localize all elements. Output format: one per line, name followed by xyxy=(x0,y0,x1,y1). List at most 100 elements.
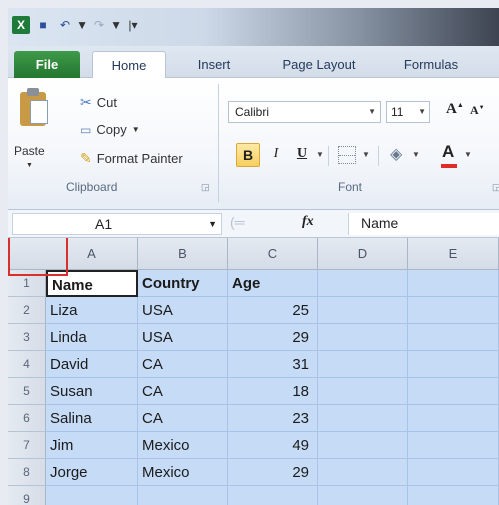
shrink-font-button[interactable]: A▼ xyxy=(470,103,485,118)
tab-file[interactable]: File xyxy=(14,51,80,78)
save-icon[interactable]: ■ xyxy=(34,16,52,34)
cell-a7[interactable]: Jim xyxy=(46,432,138,459)
cell-a9[interactable] xyxy=(46,486,138,505)
row-header[interactable]: 8 xyxy=(8,459,46,486)
cell-d3[interactable] xyxy=(318,324,408,351)
cell-d7[interactable] xyxy=(318,432,408,459)
cell-b2[interactable]: USA xyxy=(138,297,228,324)
cell-b6[interactable]: CA xyxy=(138,405,228,432)
customize-toolbar-icon[interactable]: |▾ xyxy=(124,16,142,34)
cell-b1[interactable]: Country xyxy=(138,270,228,297)
name-box[interactable]: A1 ▼ xyxy=(12,213,222,235)
row-header[interactable]: 2 xyxy=(8,297,46,324)
font-size-select[interactable]: 11 ▼ xyxy=(386,101,430,123)
bold-button[interactable]: B xyxy=(236,143,260,167)
cell-a4[interactable]: David xyxy=(46,351,138,378)
cell-a5[interactable]: Susan xyxy=(46,378,138,405)
tab-home[interactable]: Home xyxy=(92,51,166,79)
cell-d5[interactable] xyxy=(318,378,408,405)
cell-e1[interactable] xyxy=(408,270,499,297)
cell-b3[interactable]: USA xyxy=(138,324,228,351)
row-header[interactable]: 9 xyxy=(8,486,46,505)
copy-dropdown-icon[interactable]: ▼ xyxy=(132,125,140,134)
format-painter-button[interactable]: ✎ Format Painter xyxy=(80,150,183,167)
cell-c7[interactable]: 49 xyxy=(228,432,318,459)
grow-font-button[interactable]: A▲ xyxy=(446,101,464,118)
cell-a2[interactable]: Liza xyxy=(46,297,138,324)
column-header-d[interactable]: D xyxy=(318,238,408,270)
cell-e9[interactable] xyxy=(408,486,499,505)
formula-input[interactable]: Name xyxy=(348,213,499,235)
italic-button[interactable]: I xyxy=(264,143,288,167)
cell-d9[interactable] xyxy=(318,486,408,505)
tab-page-layout[interactable]: Page Layout xyxy=(264,51,374,78)
cell-e7[interactable] xyxy=(408,432,499,459)
cell-b5[interactable]: CA xyxy=(138,378,228,405)
cell-b8[interactable]: Mexico xyxy=(138,459,228,486)
fill-color-dropdown-icon[interactable]: ▼ xyxy=(412,150,420,159)
cell-c3[interactable]: 29 xyxy=(228,324,318,351)
row-header[interactable]: 7 xyxy=(8,432,46,459)
cell-c5[interactable]: 18 xyxy=(228,378,318,405)
cell-a3[interactable]: Linda xyxy=(46,324,138,351)
underline-button[interactable]: U xyxy=(290,143,314,167)
paste-dropdown-icon[interactable]: ▼ xyxy=(26,162,33,169)
fill-color-icon[interactable]: ◈ xyxy=(390,144,402,164)
cell-e3[interactable] xyxy=(408,324,499,351)
redo-icon[interactable]: ↷ xyxy=(90,16,108,34)
tab-formulas[interactable]: Formulas xyxy=(386,51,476,78)
cell-d8[interactable] xyxy=(318,459,408,486)
excel-logo-icon[interactable]: X xyxy=(12,16,30,34)
column-header-e[interactable]: E xyxy=(408,238,499,270)
cell-d1[interactable] xyxy=(318,270,408,297)
cell-e2[interactable] xyxy=(408,297,499,324)
paste-icon[interactable] xyxy=(20,88,50,128)
undo-dropdown-icon[interactable]: ▼ xyxy=(76,16,88,34)
redo-dropdown-icon[interactable]: ▼ xyxy=(110,16,122,34)
spreadsheet-grid[interactable]: ABCDE 1 Name Country Age 2 Liza USA 25 3 Linda USA… xyxy=(8,238,499,505)
cell-d4[interactable] xyxy=(318,351,408,378)
table-row: 8 Jorge Mexico 29 xyxy=(8,459,499,486)
cell-c8[interactable]: 29 xyxy=(228,459,318,486)
font-launcher-icon[interactable]: ◲ xyxy=(492,182,499,193)
cell-d6[interactable] xyxy=(318,405,408,432)
cell-e4[interactable] xyxy=(408,351,499,378)
cell-d2[interactable] xyxy=(318,297,408,324)
cell-c4[interactable]: 31 xyxy=(228,351,318,378)
copy-button[interactable]: ▭ Copy ▼ xyxy=(80,122,140,137)
cell-a6[interactable]: Salina xyxy=(46,405,138,432)
tab-insert[interactable]: Insert xyxy=(184,51,244,78)
column-header-b[interactable]: B xyxy=(138,238,228,270)
cell-c9[interactable] xyxy=(228,486,318,505)
clipboard-launcher-icon[interactable]: ◲ xyxy=(201,182,210,193)
cut-button[interactable]: ✂ Cut xyxy=(80,94,117,111)
column-header-c[interactable]: C xyxy=(228,238,318,270)
chevron-down-icon[interactable]: ▼ xyxy=(208,214,217,234)
cell-c1[interactable]: Age xyxy=(228,270,318,297)
cell-e6[interactable] xyxy=(408,405,499,432)
undo-icon[interactable]: ↶ xyxy=(56,16,74,34)
row-header[interactable]: 5 xyxy=(8,378,46,405)
insert-function-icon[interactable]: fx xyxy=(302,214,314,230)
row-header[interactable]: 4 xyxy=(8,351,46,378)
cell-b4[interactable]: CA xyxy=(138,351,228,378)
underline-dropdown-icon[interactable]: ▼ xyxy=(316,150,324,159)
font-group-label: Font xyxy=(338,180,363,194)
format-painter-label: Format Painter xyxy=(96,151,183,166)
cell-e5[interactable] xyxy=(408,378,499,405)
borders-icon[interactable] xyxy=(338,146,356,164)
font-name-select[interactable]: Calibri ▼ xyxy=(228,101,381,123)
cell-b9[interactable] xyxy=(138,486,228,505)
font-color-dropdown-icon[interactable]: ▼ xyxy=(464,150,472,159)
font-color-button[interactable]: A xyxy=(442,142,454,162)
formula-bar-resize-icon[interactable]: (═ xyxy=(230,214,245,230)
row-header[interactable]: 3 xyxy=(8,324,46,351)
cell-a8[interactable]: Jorge xyxy=(46,459,138,486)
cell-c2[interactable]: 25 xyxy=(228,297,318,324)
row-header[interactable]: 6 xyxy=(8,405,46,432)
cell-c6[interactable]: 23 xyxy=(228,405,318,432)
cell-e8[interactable] xyxy=(408,459,499,486)
cell-b7[interactable]: Mexico xyxy=(138,432,228,459)
paste-button[interactable]: Paste xyxy=(14,144,45,158)
borders-dropdown-icon[interactable]: ▼ xyxy=(362,150,370,159)
